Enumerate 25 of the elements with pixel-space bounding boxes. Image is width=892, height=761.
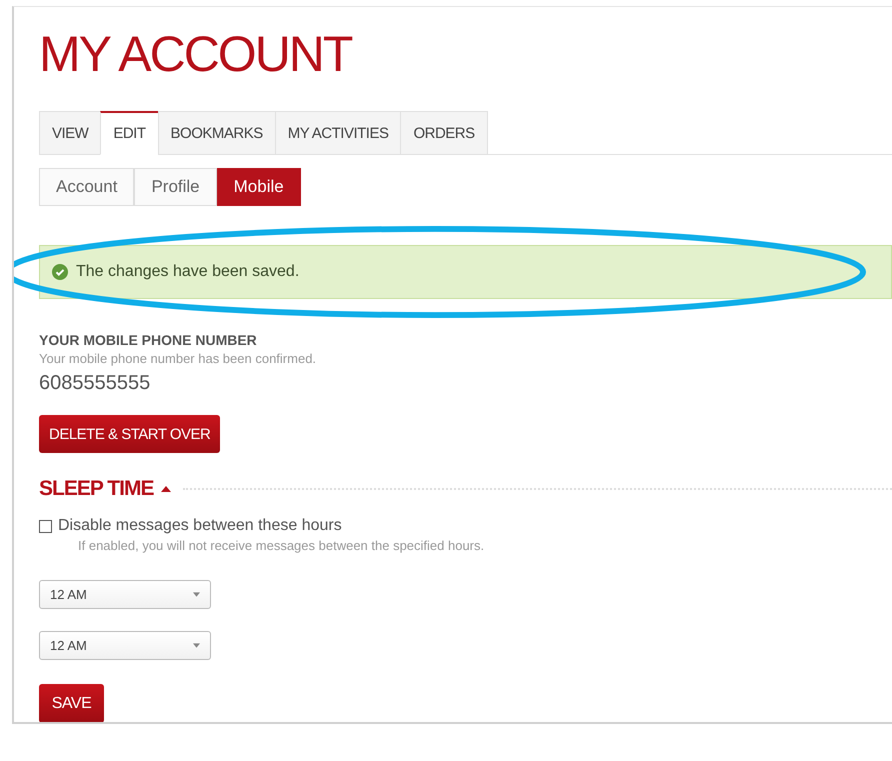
field-heading: YOUR MOBILE PHONE NUMBER: [39, 332, 258, 348]
check-circle-icon: [52, 264, 68, 280]
dropdown-caret-icon: [193, 643, 200, 648]
caret-icon[interactable]: [161, 486, 172, 492]
page-title: MY ACCOUNT: [39, 25, 353, 84]
tab[interactable]: VIEW: [39, 111, 100, 155]
tab[interactable]: EDIT: [100, 111, 158, 155]
dropdown-caret-icon: [193, 592, 200, 597]
time-dropdown[interactable]: 12 AM: [39, 580, 211, 609]
tab[interactable]: MY ACTIVITIES: [274, 111, 400, 155]
subtab[interactable]: Profile: [134, 168, 217, 206]
time-dropdown[interactable]: 12 AM: [39, 631, 211, 660]
alert-message: The changes have been saved.: [76, 263, 300, 281]
delete-button[interactable]: DELETE & START OVER: [39, 415, 220, 453]
help-text: If enabled, you will not receive messages between the specified hours.: [78, 538, 486, 553]
checkbox-label: Disable messages between these hours: [58, 517, 342, 535]
section-heading[interactable]: SLEEP TIME: [39, 477, 154, 501]
phone-number: 6085555555: [39, 372, 152, 395]
tab[interactable]: ORDERS: [400, 111, 488, 155]
checkbox[interactable]: [39, 520, 52, 532]
subtab[interactable]: Mobile: [216, 168, 301, 206]
subtab[interactable]: Account: [39, 168, 134, 206]
save-button[interactable]: SAVE: [39, 684, 104, 722]
help-text: Your mobile phone number has been confirmed.: [39, 351, 318, 366]
tab[interactable]: BOOKMARKS: [158, 111, 275, 155]
